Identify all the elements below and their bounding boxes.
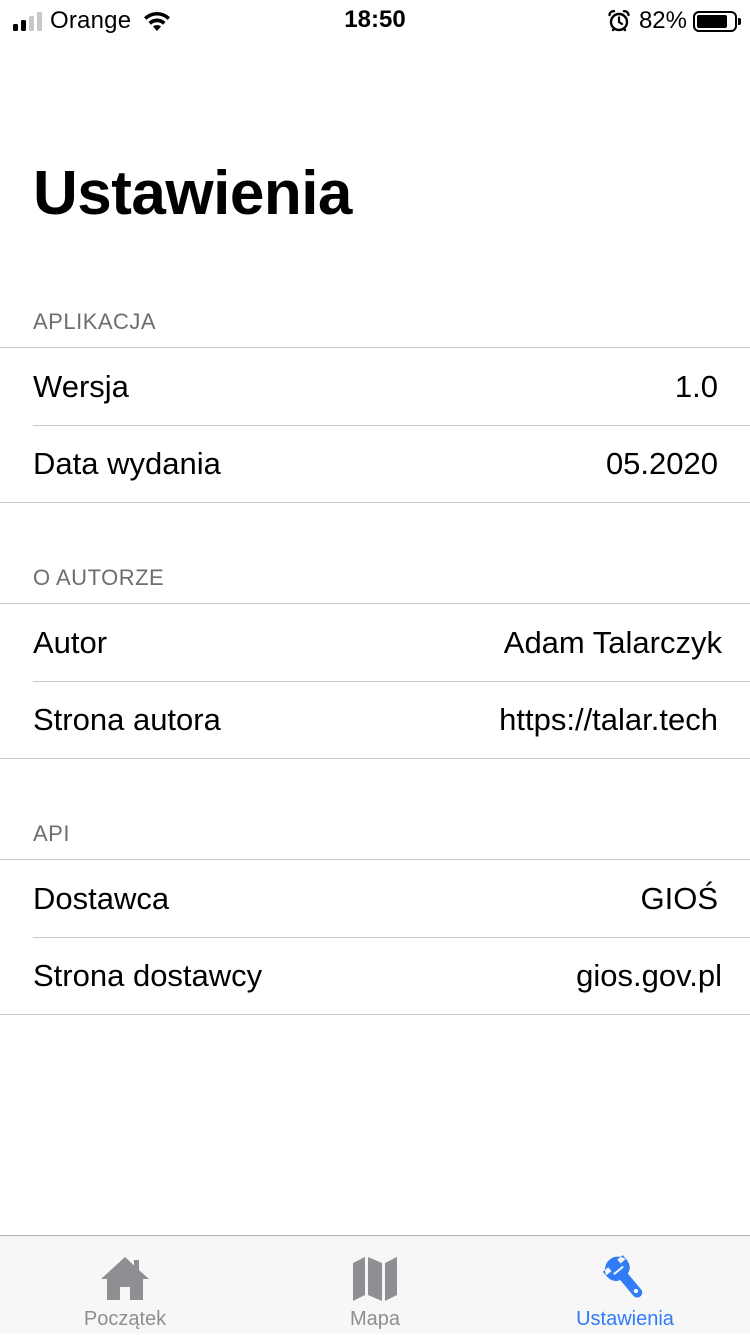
row-author-website[interactable]: Strona autora https://talar.tech <box>0 681 750 758</box>
battery-icon <box>693 10 741 32</box>
settings-group-app: Wersja 1.0 Data wydania 05.2020 <box>0 347 750 503</box>
section-header-aplikacja: APLIKACJA <box>33 309 157 334</box>
house-icon <box>101 1257 149 1300</box>
section-header-api: API <box>33 821 70 846</box>
status-bar-right: 82% <box>607 6 741 36</box>
row-value: 1.0 <box>674 368 718 404</box>
row-label: Data wydania <box>33 445 221 481</box>
map-icon <box>353 1257 397 1301</box>
row-label: Strona dostawcy <box>33 957 263 993</box>
tab-label: Ustawienia <box>576 1308 674 1330</box>
battery-percentage: 82% <box>638 7 687 34</box>
status-bar: Orange 18:50 82% <box>0 0 750 40</box>
row-author[interactable]: Autor Adam Talarczyk <box>0 604 750 681</box>
section-header-o-autorze: O AUTORZE <box>33 565 165 590</box>
tab-ustawienia[interactable]: Ustawienia <box>500 1236 750 1335</box>
row-label: Wersja <box>33 368 129 404</box>
row-label: Autor <box>33 624 108 660</box>
row-provider[interactable]: Dostawca GIOŚ <box>0 860 750 937</box>
row-value: 05.2020 <box>605 445 718 481</box>
tab-bar: Początek Mapa Ustawienia <box>0 1235 750 1334</box>
settings-group-api: Dostawca GIOŚ Strona dostawcy gios.gov.p… <box>0 859 750 1015</box>
row-value: GIOŚ <box>640 880 718 916</box>
row-version[interactable]: Wersja 1.0 <box>0 348 750 425</box>
battery-fill <box>697 14 727 28</box>
tab-mapa[interactable]: Mapa <box>250 1236 500 1335</box>
author-website-link[interactable]: https://talar.tech <box>499 702 718 738</box>
alarm-icon <box>608 10 630 32</box>
provider-website-link[interactable]: gios.gov.pl <box>576 958 722 994</box>
row-label: Dostawca <box>33 880 170 916</box>
row-release-date[interactable]: Data wydania 05.2020 <box>0 425 750 502</box>
tab-label: Mapa <box>349 1308 401 1330</box>
page-title: Ustawienia <box>33 159 352 228</box>
tab-label: Początek <box>83 1308 167 1330</box>
row-label: Strona autora <box>33 701 221 737</box>
tab-poczatek[interactable]: Początek <box>0 1236 250 1335</box>
wrench-icon <box>602 1255 643 1298</box>
row-provider-website[interactable]: Strona dostawcy gios.gov.pl <box>0 937 750 1014</box>
settings-group-author: Autor Adam Talarczyk Strona autora https… <box>0 603 750 759</box>
row-value: Adam Talarczyk <box>503 624 722 660</box>
